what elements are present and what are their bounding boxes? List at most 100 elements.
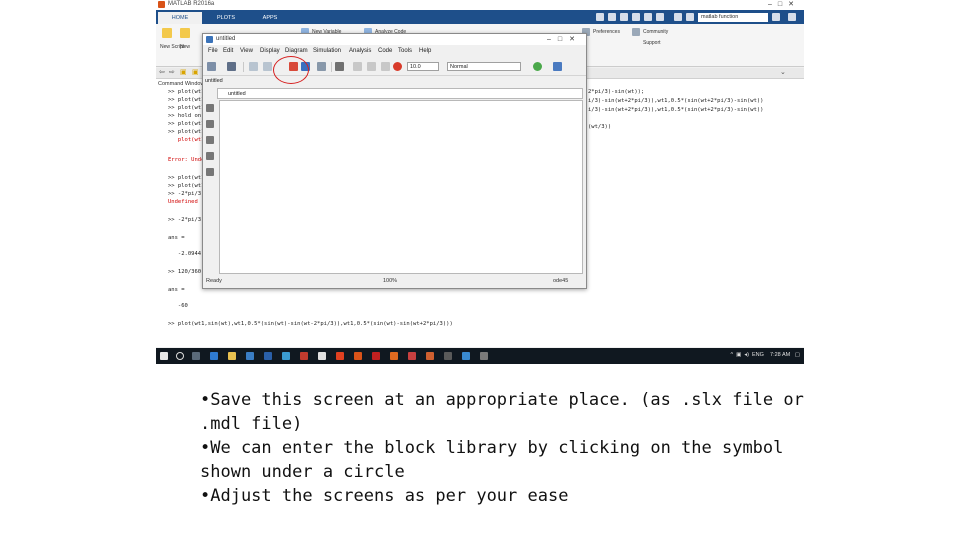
zoom-icon[interactable] <box>206 104 214 112</box>
community-icon[interactable] <box>632 28 640 36</box>
menu-view[interactable]: View <box>240 48 253 54</box>
matlab-ribbon-tabs: HOME PLOTS APPS matlab function <box>156 10 804 24</box>
status-ready: Ready <box>206 278 222 284</box>
acrobat-icon[interactable] <box>372 352 380 360</box>
app-icon[interactable] <box>336 352 344 360</box>
annotation-circle <box>273 56 309 84</box>
simulink-menu-bar: File Edit View Display Diagram Simulatio… <box>203 46 586 57</box>
command-output: ans = <box>168 287 185 293</box>
model-config-icon[interactable] <box>335 62 344 71</box>
arrow-icon[interactable] <box>206 136 214 144</box>
zoom-level: 100% <box>383 278 398 284</box>
language-indicator[interactable]: ENG <box>752 352 764 358</box>
menu-tools[interactable]: Tools <box>398 48 412 54</box>
edge-icon[interactable] <box>210 352 218 360</box>
back-icon[interactable] <box>249 62 258 71</box>
simulink-toolbar: 10.0 Normal <box>203 58 586 76</box>
settings-icon[interactable] <box>317 62 326 71</box>
system-tray[interactable]: ^ ▣ ◂) ENG 7:28 AM ▢ <box>730 352 800 358</box>
switch-windows-icon[interactable] <box>674 13 682 21</box>
stop-time-input[interactable]: 10.0 <box>407 62 439 71</box>
menu-diagram[interactable]: Diagram <box>285 48 308 54</box>
tab-home[interactable]: HOME <box>158 12 202 24</box>
windows-start-icon[interactable] <box>160 352 168 360</box>
tab-plots[interactable]: PLOTS <box>204 12 248 24</box>
app-icon[interactable] <box>408 352 416 360</box>
run-icon[interactable] <box>367 62 376 71</box>
cut-quick-icon[interactable] <box>608 13 616 21</box>
fit-to-view-icon[interactable] <box>206 120 214 128</box>
app-icon[interactable] <box>390 352 398 360</box>
copy-quick-icon[interactable] <box>620 13 628 21</box>
check-icon[interactable] <box>533 62 542 71</box>
windows-taskbar: ^ ▣ ◂) ENG 7:28 AM ▢ <box>156 348 804 364</box>
annotation-icon[interactable] <box>206 152 214 160</box>
preferences-label: Preferences <box>593 29 620 35</box>
command-output: -60 <box>168 303 188 309</box>
notifications-icon[interactable] <box>788 13 796 21</box>
window-controls[interactable]: –□✕ <box>768 0 800 8</box>
menu-analysis[interactable]: Analysis <box>349 48 371 54</box>
simulink-window: untitled –□✕ File Edit View Display Diag… <box>202 33 587 289</box>
stop-icon[interactable] <box>381 62 390 71</box>
matlab-logo-icon <box>158 1 165 8</box>
menu-display[interactable]: Display <box>260 48 280 54</box>
folder-up-icon[interactable]: ▣ <box>192 68 199 76</box>
model-breadcrumb[interactable]: untitled <box>217 88 583 99</box>
record-icon[interactable] <box>393 62 402 71</box>
search-icon[interactable] <box>176 352 184 360</box>
app-icon[interactable] <box>426 352 434 360</box>
app-icon[interactable] <box>462 352 470 360</box>
chevron-down-icon[interactable]: ⌄ <box>780 68 786 76</box>
model-tab[interactable]: untitled <box>205 78 245 86</box>
new-icon[interactable] <box>180 28 190 38</box>
powerpoint-icon[interactable] <box>300 352 308 360</box>
forward-arrow-icon[interactable]: ⇨ <box>169 68 175 76</box>
search-icon[interactable] <box>772 13 780 21</box>
command-line: >> -2*pi/3 <box>168 191 202 197</box>
simulation-mode-select[interactable]: Normal <box>447 62 521 71</box>
menu-edit[interactable]: Edit <box>223 48 233 54</box>
back-arrow-icon[interactable]: ⇦ <box>159 68 165 76</box>
matlab-taskbar-icon[interactable] <box>354 352 362 360</box>
model-canvas[interactable] <box>219 100 583 274</box>
command-line: >> 120/360 <box>168 269 202 275</box>
command-line: >> -2*pi/3 <box>168 217 202 223</box>
tab-apps[interactable]: APPS <box>248 12 292 24</box>
undo-quick-icon[interactable] <box>644 13 652 21</box>
store-icon[interactable] <box>246 352 254 360</box>
new-script-icon[interactable] <box>162 28 172 38</box>
save-quick-icon[interactable] <box>596 13 604 21</box>
menu-help[interactable]: Help <box>419 48 431 54</box>
app-icon[interactable] <box>282 352 290 360</box>
forward-icon[interactable] <box>263 62 272 71</box>
toolbar-separator <box>243 62 244 72</box>
new-model-icon[interactable] <box>207 62 216 71</box>
command-line-fragment: 2*pi/3)-sin(wt)); <box>588 89 645 95</box>
simulink-palette <box>205 88 216 274</box>
clock[interactable]: 7:28 AM <box>770 352 790 358</box>
community-label: Community <box>643 29 669 35</box>
new-label: New <box>180 44 191 50</box>
app-icon[interactable] <box>480 352 488 360</box>
app-icon[interactable] <box>318 352 326 360</box>
paste-quick-icon[interactable] <box>632 13 640 21</box>
grid-icon[interactable] <box>553 62 562 71</box>
support-label: Support <box>643 40 661 46</box>
file-explorer-icon[interactable] <box>228 352 236 360</box>
menu-simulation[interactable]: Simulation <box>313 48 341 54</box>
folder-icon[interactable]: ▣ <box>180 68 187 76</box>
redo-quick-icon[interactable] <box>656 13 664 21</box>
slide-bullets: •Save this screen at an appropriate plac… <box>200 388 820 508</box>
word-icon[interactable] <box>264 352 272 360</box>
help-quick-icon[interactable] <box>686 13 694 21</box>
window-controls[interactable]: –□✕ <box>547 35 582 43</box>
menu-file[interactable]: File <box>208 48 218 54</box>
documentation-search-input[interactable]: matlab function <box>698 13 768 22</box>
step-back-icon[interactable] <box>353 62 362 71</box>
image-icon[interactable] <box>206 168 214 176</box>
menu-code[interactable]: Code <box>378 48 392 54</box>
save-icon[interactable] <box>227 62 236 71</box>
task-view-icon[interactable] <box>192 352 200 360</box>
app-icon[interactable] <box>444 352 452 360</box>
